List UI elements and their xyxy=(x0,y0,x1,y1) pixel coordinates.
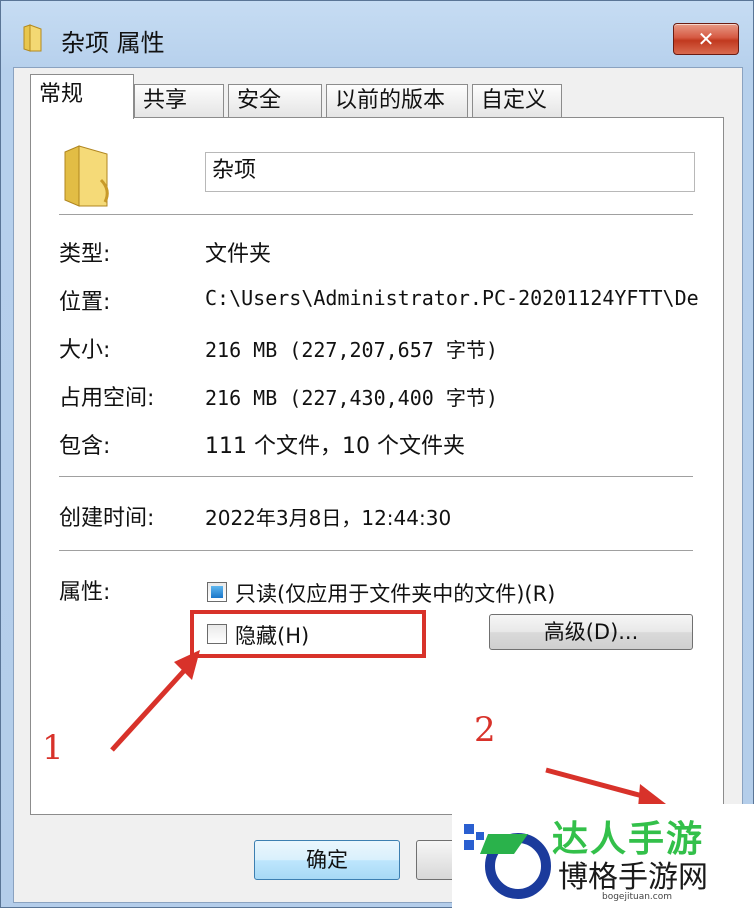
annotation-marker-1: 1 xyxy=(42,728,64,768)
watermark-logo-icon xyxy=(464,824,551,899)
ok-button[interactable]: 确定 xyxy=(254,840,400,880)
tab-security[interactable]: 安全 xyxy=(228,84,322,118)
close-button[interactable]: ✕ xyxy=(673,23,739,55)
close-icon: ✕ xyxy=(697,27,715,51)
arrow-annotation-1 xyxy=(110,650,200,752)
contains-value: 111 个文件，10 个文件夹 xyxy=(205,434,465,459)
tab-sharing[interactable]: 共享 xyxy=(134,84,224,118)
tab-general[interactable]: 常规 xyxy=(30,74,134,119)
tab-customize[interactable]: 自定义 xyxy=(472,84,562,118)
folder-icon xyxy=(23,24,42,52)
watermark: 达人手游 博格手游网 bogejituan.com xyxy=(452,804,754,908)
location-value: C:\Users\Administrator.PC-20201124YFTT\D… xyxy=(205,286,699,310)
annotation-marker-2: 2 xyxy=(474,710,496,750)
folder-name-input[interactable]: 杂项 xyxy=(205,152,695,192)
separator xyxy=(59,476,693,478)
title-bar[interactable]: 杂项 属性 ✕ xyxy=(1,1,754,67)
watermark-url: bogejituan.com xyxy=(602,892,673,902)
contains-label: 包含: xyxy=(59,434,111,459)
location-label: 位置: xyxy=(59,290,111,315)
highlight-box xyxy=(190,610,426,658)
size-label: 大小: xyxy=(59,338,111,363)
type-value: 文件夹 xyxy=(205,242,272,267)
created-value: 2022年3月8日，12:44:30 xyxy=(205,506,452,530)
advanced-button[interactable]: 高级(D)... xyxy=(489,614,693,650)
window-title: 杂项 属性 xyxy=(61,29,165,57)
separator xyxy=(59,214,693,216)
tab-previous-versions[interactable]: 以前的版本 xyxy=(326,84,468,118)
created-label: 创建时间: xyxy=(59,506,155,531)
size-value: 216 MB (227,207,657 字节) xyxy=(205,338,498,362)
watermark-brand-text: 博格手游网 xyxy=(558,860,708,895)
type-label: 类型: xyxy=(59,242,111,267)
readonly-checkbox[interactable] xyxy=(207,582,227,602)
attributes-label: 属性: xyxy=(59,580,111,605)
separator xyxy=(59,550,693,552)
size-on-disk-value: 216 MB (227,430,400 字节) xyxy=(205,386,498,410)
size-on-disk-label: 占用空间: xyxy=(59,386,155,411)
folder-icon xyxy=(64,145,109,207)
readonly-label: 只读(仅应用于文件夹中的文件)(R) xyxy=(235,582,556,606)
